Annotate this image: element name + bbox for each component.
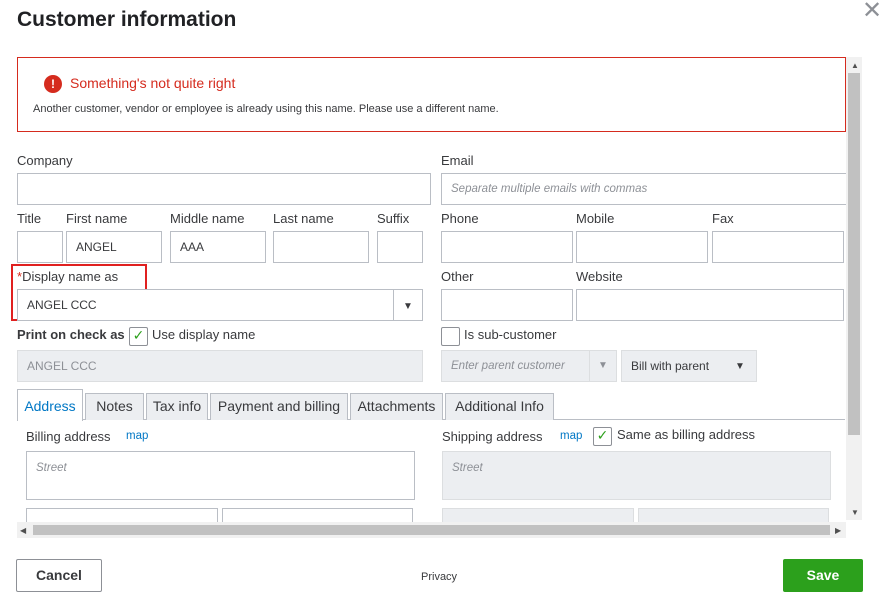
scroll-left-icon[interactable]: ◀ bbox=[20, 526, 26, 535]
bill-chevron-down-icon: ▼ bbox=[735, 361, 745, 372]
middle-name-input[interactable]: AAA bbox=[170, 231, 266, 263]
print-on-check-label: Print on check as bbox=[17, 327, 125, 342]
fax-label: Fax bbox=[712, 211, 734, 226]
scroll-down-icon[interactable]: ▼ bbox=[851, 508, 859, 517]
title-input[interactable] bbox=[17, 231, 63, 263]
billing-street-input[interactable]: Street bbox=[26, 451, 415, 500]
dialog-title: Customer information bbox=[17, 8, 237, 31]
other-label: Other bbox=[441, 269, 474, 284]
same-as-billing-checkbox[interactable]: ✓ bbox=[593, 427, 612, 446]
billing-city-input[interactable] bbox=[26, 508, 218, 522]
email-input[interactable]: Separate multiple emails with commas bbox=[441, 173, 846, 205]
shipping-city-input bbox=[442, 508, 634, 522]
fax-input[interactable] bbox=[712, 231, 844, 263]
vertical-scroll-thumb[interactable] bbox=[848, 73, 860, 435]
shipping-address-label: Shipping address bbox=[442, 429, 543, 444]
chevron-down-icon: ▼ bbox=[403, 301, 413, 312]
first-name-label: First name bbox=[66, 211, 128, 226]
display-name-value: ANGEL CCC bbox=[27, 298, 97, 312]
tab-additional-info[interactable]: Additional Info bbox=[445, 393, 554, 420]
tab-notes[interactable]: Notes bbox=[85, 393, 144, 420]
error-banner: ! Something's not quite right Another cu… bbox=[17, 57, 846, 132]
billing-state-input[interactable] bbox=[222, 508, 413, 522]
scroll-right-icon[interactable]: ▶ bbox=[835, 526, 841, 535]
company-label: Company bbox=[17, 153, 73, 168]
error-message: Another customer, vendor or employee is … bbox=[33, 103, 499, 115]
print-on-check-input: ANGEL CCC bbox=[17, 350, 423, 382]
parent-chevron-down-icon: ▼ bbox=[589, 351, 616, 381]
shipping-map-link[interactable]: map bbox=[560, 430, 582, 442]
billing-address-label: Billing address bbox=[26, 429, 111, 444]
tab-payment-and-billing[interactable]: Payment and billing bbox=[210, 393, 348, 420]
website-label: Website bbox=[576, 269, 623, 284]
display-name-label-text: Display name as bbox=[22, 269, 119, 284]
tab-tax-info[interactable]: Tax info bbox=[146, 393, 208, 420]
first-name-input[interactable]: ANGEL bbox=[66, 231, 162, 263]
sub-customer-label: Is sub-customer bbox=[464, 327, 557, 342]
display-name-select[interactable]: ANGEL CCC bbox=[17, 289, 423, 321]
shipping-street-input: Street bbox=[442, 451, 831, 500]
close-icon[interactable]: ✕ bbox=[862, 0, 882, 24]
mobile-input[interactable] bbox=[576, 231, 708, 263]
display-name-label: *Display name as bbox=[17, 269, 118, 284]
phone-label: Phone bbox=[441, 211, 479, 226]
tab-attachments[interactable]: Attachments bbox=[350, 393, 443, 420]
sub-customer-checkbox[interactable] bbox=[441, 327, 460, 346]
save-button[interactable]: Save bbox=[783, 559, 863, 592]
horizontal-scroll-thumb[interactable] bbox=[33, 525, 830, 535]
email-label: Email bbox=[441, 153, 474, 168]
suffix-input[interactable] bbox=[377, 231, 423, 263]
tab-address[interactable]: Address bbox=[17, 389, 83, 421]
shipping-state-input bbox=[638, 508, 829, 522]
website-input[interactable] bbox=[576, 289, 844, 321]
scroll-up-icon[interactable]: ▲ bbox=[851, 61, 859, 70]
same-as-billing-label: Same as billing address bbox=[617, 427, 756, 442]
phone-input[interactable] bbox=[441, 231, 573, 263]
use-display-name-checkbox[interactable]: ✓ bbox=[129, 327, 148, 346]
error-title: Something's not quite right bbox=[70, 75, 236, 91]
mobile-label: Mobile bbox=[576, 211, 615, 226]
company-input[interactable] bbox=[17, 173, 431, 205]
other-input[interactable] bbox=[441, 289, 573, 321]
cancel-button[interactable]: Cancel bbox=[16, 559, 102, 592]
bill-with-parent-value: Bill with parent bbox=[631, 359, 710, 373]
billing-map-link[interactable]: map bbox=[126, 430, 148, 442]
privacy-link[interactable]: Privacy bbox=[421, 571, 457, 583]
display-name-dropdown[interactable]: ▼ bbox=[393, 290, 422, 320]
title-label: Title bbox=[17, 211, 42, 226]
suffix-label: Suffix bbox=[377, 211, 410, 226]
use-display-name-label: Use display name bbox=[152, 327, 256, 342]
error-icon: ! bbox=[44, 75, 62, 93]
last-name-input[interactable] bbox=[273, 231, 369, 263]
last-name-label: Last name bbox=[273, 211, 334, 226]
middle-name-label: Middle name bbox=[170, 211, 245, 226]
